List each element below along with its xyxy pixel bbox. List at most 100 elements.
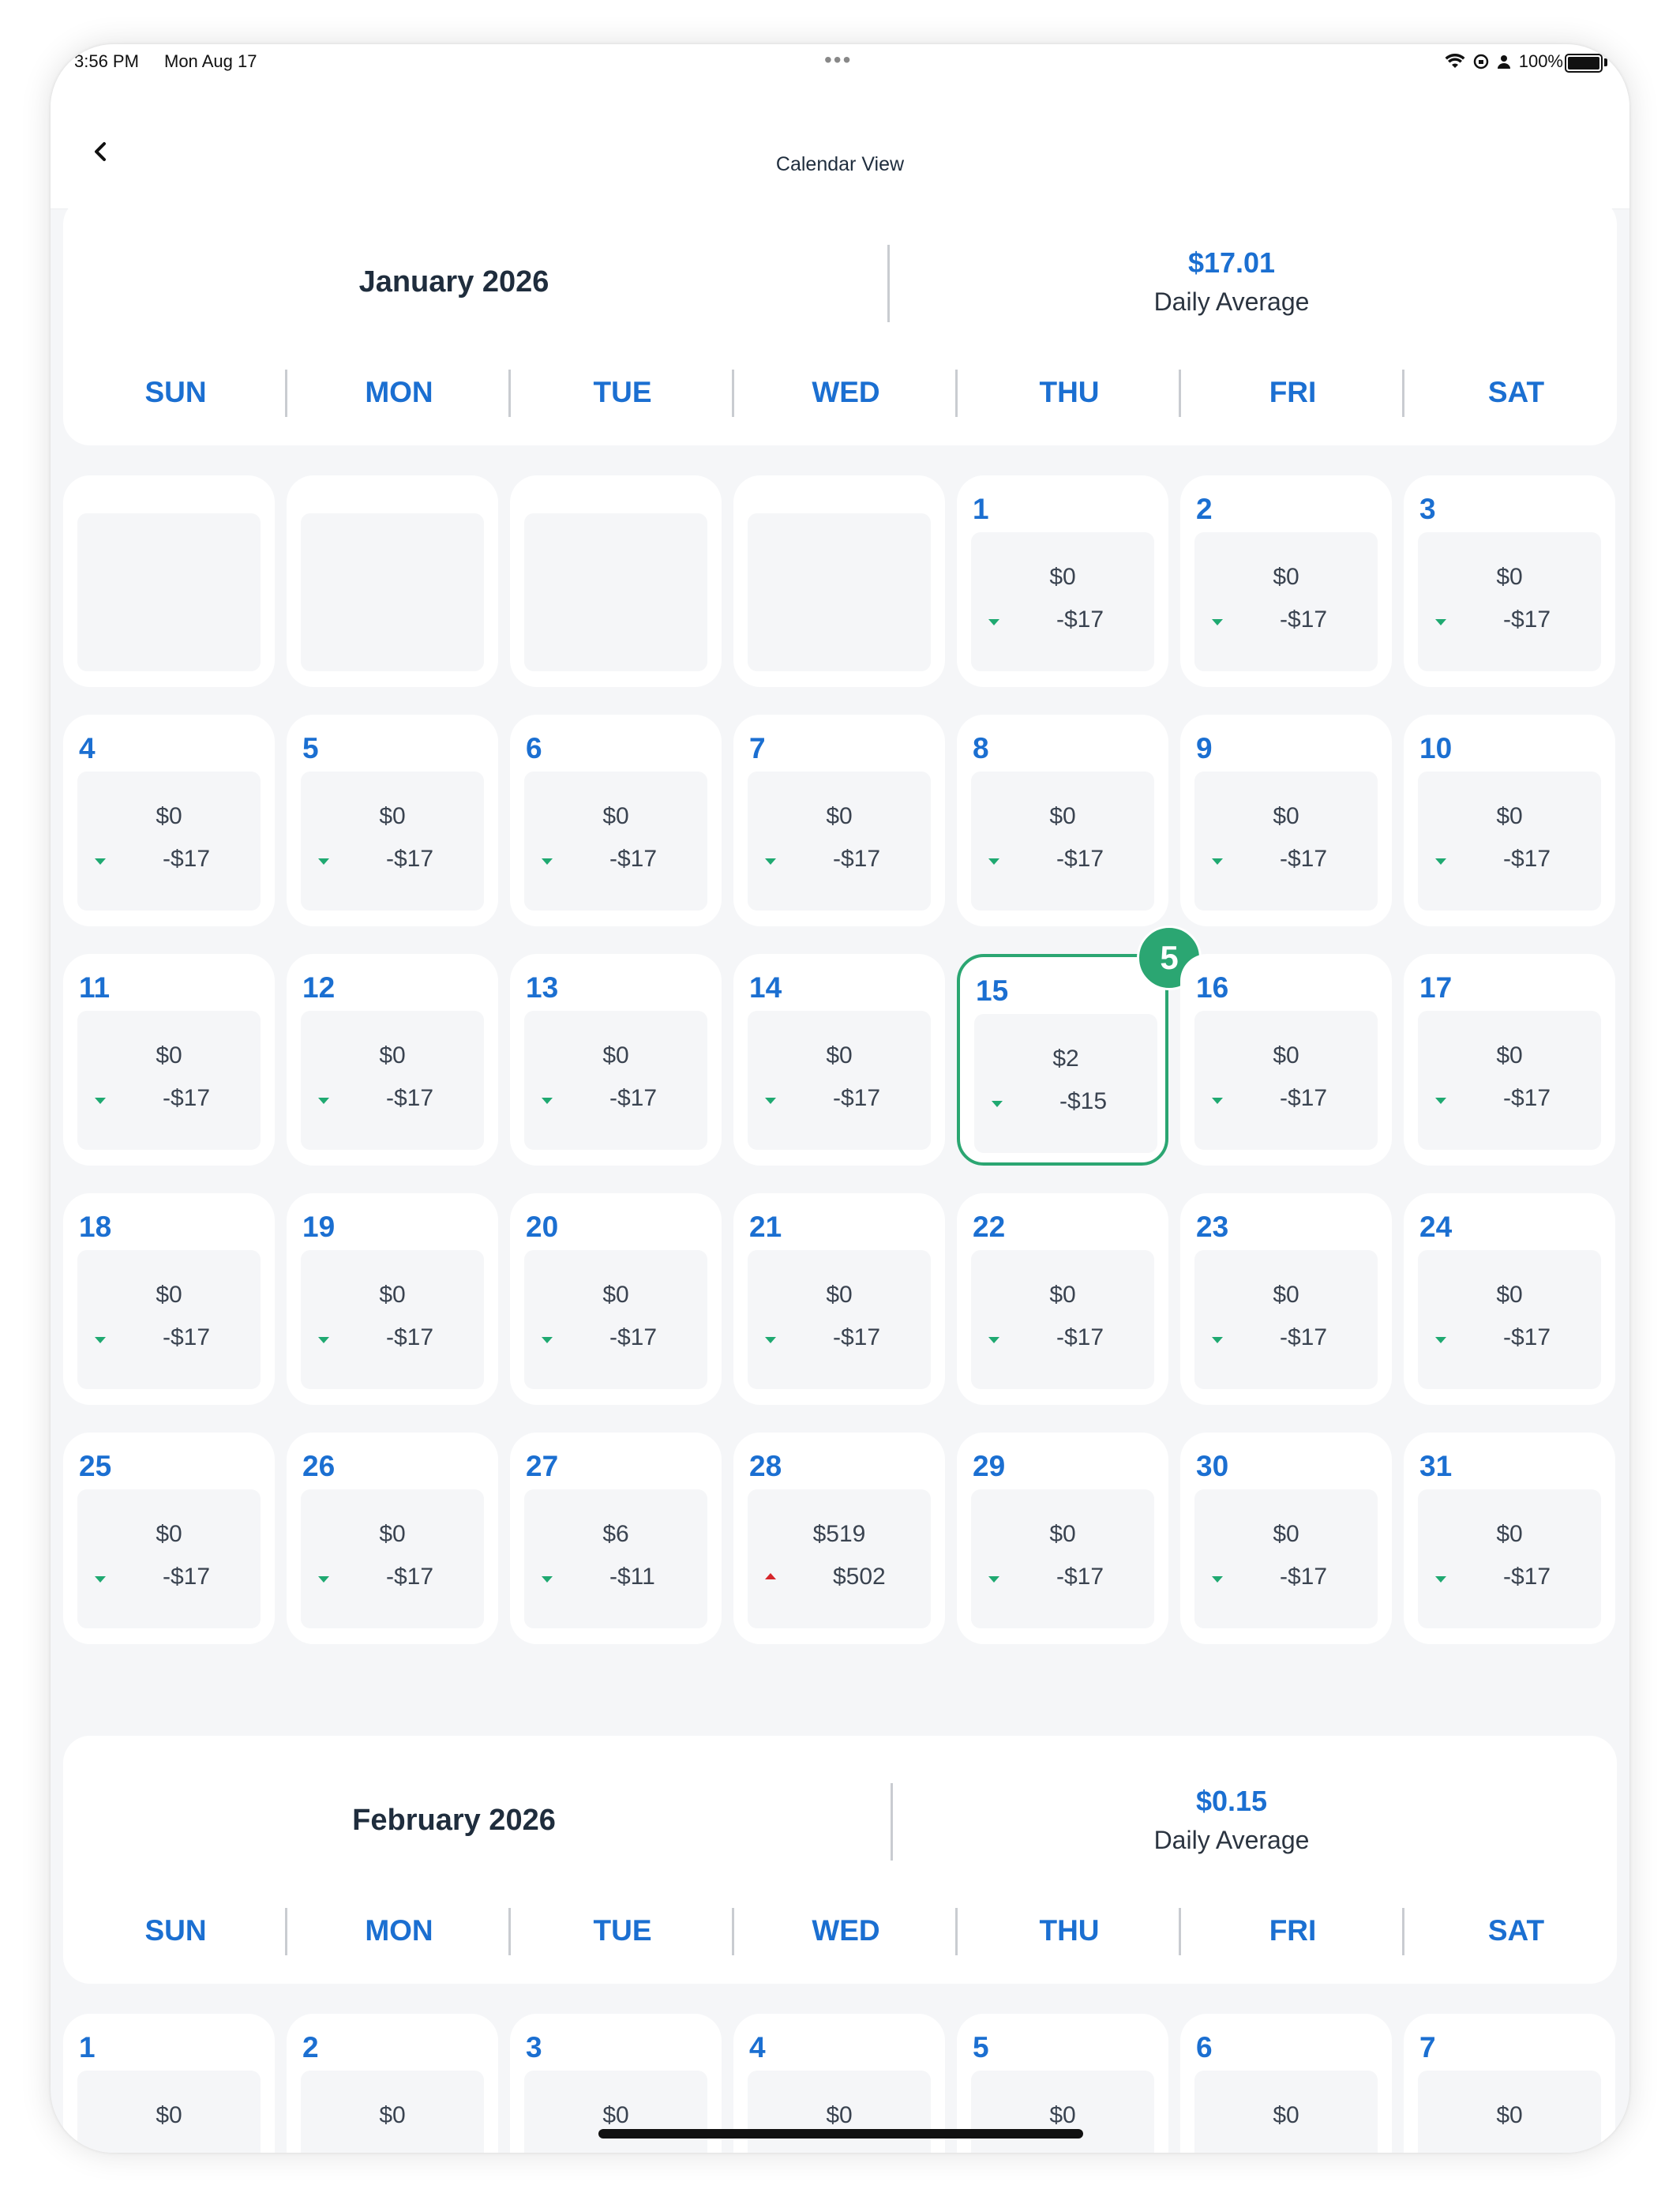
calendar-day-cell[interactable]: 2 $0 bbox=[287, 2014, 498, 2153]
day-spend-value: $0 bbox=[602, 1282, 629, 1308]
day-summary: $0 bbox=[748, 2071, 931, 2153]
trend-down-arrow-icon bbox=[95, 1098, 106, 1104]
calendar-day-cell[interactable]: 22 $0 -$17 bbox=[957, 1193, 1168, 1405]
day-spend-value: $0 bbox=[156, 1042, 182, 1068]
day-diff-value: -$17 bbox=[163, 846, 211, 872]
day-summary: $0 -$17 bbox=[524, 1250, 707, 1389]
day-spend-value: $0 bbox=[1273, 1042, 1299, 1068]
day-spend-value: $0 bbox=[1049, 1282, 1076, 1308]
day-spend-value: $0 bbox=[602, 2102, 629, 2128]
calendar-day-cell[interactable]: 19 $0 -$17 bbox=[287, 1193, 498, 1405]
calendar-day-cell[interactable]: 23 $0 -$17 bbox=[1180, 1193, 1392, 1405]
day-spend-value: $0 bbox=[1273, 803, 1299, 829]
trend-down-arrow-icon bbox=[318, 1337, 329, 1343]
day-spend-value: $0 bbox=[602, 1042, 629, 1068]
day-diff-value: -$17 bbox=[1056, 846, 1104, 872]
calendar-day-cell[interactable]: 31 $0 -$17 bbox=[1404, 1433, 1615, 1644]
calendar-day-cell[interactable]: 30 $0 -$17 bbox=[1180, 1433, 1392, 1644]
trend-down-arrow-icon bbox=[765, 1098, 776, 1104]
day-diff-value: -$17 bbox=[386, 1564, 434, 1590]
day-spend-value: $0 bbox=[379, 2102, 406, 2128]
weekday-fri: FRI bbox=[1269, 376, 1317, 408]
calendar-day-cell[interactable]: 12 $0 -$17 bbox=[287, 954, 498, 1166]
trend-down-arrow-icon bbox=[318, 1576, 329, 1583]
calendar-day-cell[interactable]: 8 $0 -$17 bbox=[957, 715, 1168, 926]
day-spend-value: $6 bbox=[602, 1521, 629, 1547]
calendar-day-cell[interactable]: 9 $0 -$17 bbox=[1180, 715, 1392, 926]
calendar-day-cell[interactable]: 17 $0 -$17 bbox=[1404, 954, 1615, 1166]
day-spend-value: $0 bbox=[826, 1282, 853, 1308]
day-spend-value: $0 bbox=[156, 1282, 182, 1308]
empty-cell-body bbox=[524, 513, 707, 671]
calendar-day-cell[interactable]: 14 $0 -$17 bbox=[733, 954, 945, 1166]
multitask-dots[interactable]: ••• bbox=[824, 47, 852, 73]
calendar-day-cell[interactable]: 5 $0 -$17 bbox=[287, 715, 498, 926]
day-number: 1 bbox=[79, 2031, 96, 2063]
calendar-day-cell[interactable]: 29 $0 -$17 bbox=[957, 1433, 1168, 1644]
weekday-fri: FRI bbox=[1269, 1914, 1317, 1947]
trend-down-arrow-icon bbox=[1212, 1337, 1223, 1343]
day-spend-value: $0 bbox=[156, 803, 182, 829]
calendar-day-cell[interactable]: 13 $0 -$17 bbox=[510, 954, 722, 1166]
day-number: 13 bbox=[526, 971, 559, 1004]
calendar-day-cell[interactable]: 21 $0 -$17 bbox=[733, 1193, 945, 1405]
calendar-day-cell[interactable]: 3 $0 -$17 bbox=[1404, 475, 1615, 687]
calendar-day-cell[interactable]: 24 $0 -$17 bbox=[1404, 1193, 1615, 1405]
trend-down-arrow-icon bbox=[318, 858, 329, 865]
month-header: February 2026 $0.15 Daily Average SUN MON TUE… bbox=[63, 1736, 1617, 1984]
day-spend-value: $0 bbox=[379, 1521, 406, 1547]
month-header: January 2026 $17.01 Daily Average SUN MON TUE… bbox=[63, 197, 1617, 445]
trend-down-arrow-icon bbox=[1212, 1576, 1223, 1583]
day-spend-value: $0 bbox=[1496, 2102, 1523, 2128]
calendar-day-cell[interactable]: 15 $2 -$15 bbox=[957, 954, 1168, 1166]
calendar-day-cell[interactable]: 27 $6 -$11 bbox=[510, 1433, 722, 1644]
calendar-day-cell[interactable]: 20 $0 -$17 bbox=[510, 1193, 722, 1405]
calendar-day-cell[interactable]: 6 $0 -$17 bbox=[510, 715, 722, 926]
day-spend-value: $0 bbox=[826, 1042, 853, 1068]
calendar-day-cell[interactable]: 16 $0 -$17 bbox=[1180, 954, 1392, 1166]
day-summary: $0 -$17 bbox=[77, 772, 261, 911]
day-spend-value: $0 bbox=[1273, 2102, 1299, 2128]
day-summary: $0 -$17 bbox=[77, 1250, 261, 1389]
trend-down-arrow-icon bbox=[1435, 619, 1446, 625]
calendar-day-cell[interactable]: 1 $0 -$17 bbox=[957, 475, 1168, 687]
calendar-day-cell[interactable]: 11 $0 -$17 bbox=[63, 954, 275, 1166]
home-indicator[interactable] bbox=[598, 2129, 1083, 2139]
day-number: 6 bbox=[526, 732, 542, 764]
trend-down-arrow-icon bbox=[1435, 1576, 1446, 1583]
trend-down-arrow-icon bbox=[1212, 619, 1223, 625]
day-spend-value: $0 bbox=[1049, 2102, 1076, 2128]
day-diff-value: $502 bbox=[833, 1564, 886, 1590]
calendar-day-cell[interactable]: 2 $0 -$17 bbox=[1180, 475, 1392, 687]
day-summary: $0 -$17 bbox=[1194, 532, 1378, 671]
weekday-tue: TUE bbox=[593, 376, 652, 408]
calendar-day-cell[interactable]: 26 $0 -$17 bbox=[287, 1433, 498, 1644]
day-diff-value: -$17 bbox=[1056, 1324, 1104, 1350]
day-summary: $0 -$17 bbox=[524, 1011, 707, 1150]
calendar-day-cell[interactable]: 7 $0 -$17 bbox=[733, 715, 945, 926]
day-summary: $0 bbox=[971, 2071, 1154, 2153]
day-diff-value: -$17 bbox=[1280, 606, 1328, 633]
calendar-day-cell[interactable]: 4 $0 -$17 bbox=[63, 715, 275, 926]
calendar-day-cell[interactable]: 28 $519 $502 bbox=[733, 1433, 945, 1644]
day-spend-value: $0 bbox=[1273, 564, 1299, 590]
calendar-day-cell[interactable]: 6 $0 bbox=[1180, 2014, 1392, 2153]
day-summary: $0 -$17 bbox=[1418, 1489, 1601, 1628]
day-summary: $0 -$17 bbox=[77, 1489, 261, 1628]
day-spend-value: $0 bbox=[1273, 1282, 1299, 1308]
trend-down-arrow-icon bbox=[765, 858, 776, 865]
weekday-wed: WED bbox=[812, 1914, 880, 1947]
calendar-day-cell[interactable]: 18 $0 -$17 bbox=[63, 1193, 275, 1405]
calendar-day-cell[interactable]: 7 $0 bbox=[1404, 2014, 1615, 2153]
calendar-day-cell[interactable]: 1 $0 bbox=[63, 2014, 275, 2153]
day-summary: $0 -$17 bbox=[748, 1011, 931, 1150]
day-spend-value: $0 bbox=[826, 803, 853, 829]
calendar-empty-cell bbox=[63, 475, 275, 687]
calendar-day-cell[interactable]: 10 $0 -$17 bbox=[1404, 715, 1615, 926]
empty-cell-body bbox=[77, 513, 261, 671]
day-number: 4 bbox=[749, 2031, 766, 2063]
battery-percent: 100% bbox=[1518, 51, 1563, 71]
trend-down-arrow-icon bbox=[1212, 1098, 1223, 1104]
calendar-day-cell[interactable]: 25 $0 -$17 bbox=[63, 1433, 275, 1644]
status-bar: 3:56 PM Mon Aug 17 ••• 100% bbox=[51, 44, 1629, 101]
